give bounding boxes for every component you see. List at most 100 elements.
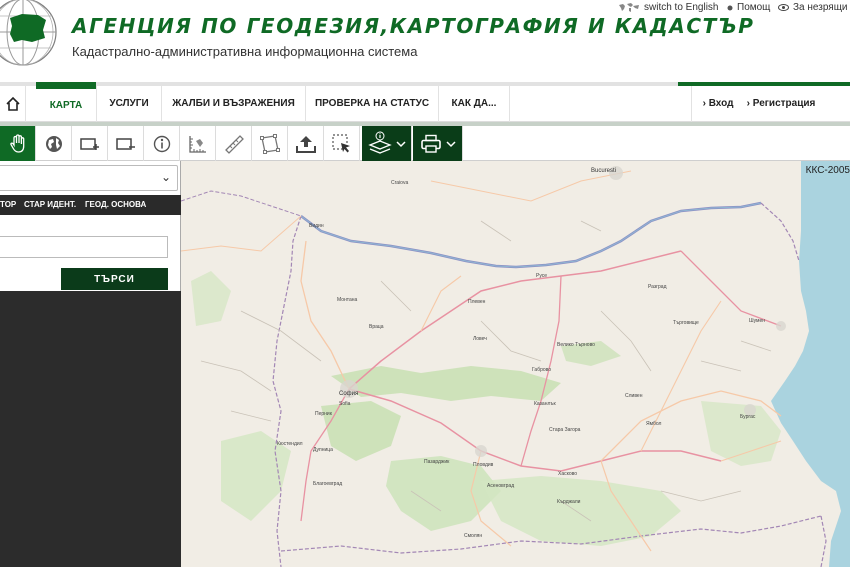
pan-tool-button[interactable] bbox=[0, 126, 36, 161]
help-link[interactable]: Помощ bbox=[727, 2, 770, 13]
zoom-in-box-button[interactable] bbox=[72, 126, 108, 161]
chevron-down-icon bbox=[395, 140, 406, 147]
measure-distance-button[interactable] bbox=[216, 126, 252, 161]
polygon-icon bbox=[259, 133, 280, 154]
map-place-label: Смолян bbox=[464, 533, 483, 539]
measure-area-icon bbox=[188, 135, 206, 153]
map-place-label: Кърджали bbox=[557, 499, 581, 505]
login-label: Вход bbox=[708, 98, 734, 109]
map-place-label: Кюстендил bbox=[277, 441, 303, 447]
chevron-down-icon: ⌄ bbox=[160, 170, 171, 184]
map-place-label: Търговище bbox=[673, 320, 699, 326]
tab-tor[interactable]: ТОР bbox=[0, 195, 16, 215]
map-place-label: Казанлък bbox=[534, 401, 556, 407]
layers-icon bbox=[367, 131, 392, 154]
help-label: Помощ bbox=[737, 2, 771, 13]
map-place-label: Русе bbox=[536, 273, 548, 279]
select-area-icon bbox=[331, 133, 350, 152]
zoom-out-rect-icon bbox=[115, 137, 135, 150]
bullet-icon bbox=[727, 5, 733, 10]
agency-subtitle: Кадастрално-административна информационн… bbox=[72, 44, 418, 59]
site-header: АГЕНЦИЯ ПО ГЕОДЕЗИЯ,КАРТОГРАФИЯ И КАДАСТ… bbox=[0, 0, 850, 82]
map-place-label: Благоевград bbox=[313, 481, 343, 487]
language-switch-link[interactable]: switch to English bbox=[618, 2, 718, 13]
search-input[interactable] bbox=[0, 236, 168, 258]
ruler-icon bbox=[224, 134, 244, 154]
search-type-select[interactable]: ⌄ bbox=[0, 165, 178, 191]
chevron-right-icon: › bbox=[746, 98, 750, 109]
chevron-down-icon bbox=[445, 140, 456, 147]
map-place-label: Craiova bbox=[391, 180, 409, 186]
map-place-label: Ямбол bbox=[646, 421, 662, 427]
map-place-label: Перник bbox=[315, 411, 332, 417]
map-place-label: Bucuresti bbox=[591, 168, 617, 174]
upload-button[interactable] bbox=[288, 126, 324, 161]
eye-icon bbox=[778, 4, 789, 11]
login-link[interactable]: › Вход bbox=[698, 86, 738, 122]
nav-item-services[interactable]: УСЛУГИ bbox=[97, 86, 161, 122]
nav-item-how-to[interactable]: КАК ДА... bbox=[439, 86, 509, 122]
map-place-label: Плевен bbox=[468, 299, 486, 305]
map-place-label: Дупница bbox=[313, 447, 333, 453]
info-icon bbox=[153, 135, 170, 152]
map-place-label: Асеновград bbox=[487, 483, 515, 489]
nav-divider bbox=[25, 86, 26, 122]
globe-icon bbox=[45, 135, 62, 152]
map-place-label: Велико Търново bbox=[557, 342, 595, 348]
world-map-icon bbox=[619, 3, 639, 12]
globe-tool-button[interactable] bbox=[36, 126, 72, 161]
map-place-label: София bbox=[339, 391, 359, 397]
accessibility-label: За незрящи bbox=[793, 2, 848, 13]
nav-item-status-check[interactable]: ПРОВЕРКА НА СТАТУС bbox=[306, 86, 438, 122]
register-label: Регистрация bbox=[752, 98, 816, 109]
language-switch-label: switch to English bbox=[644, 2, 719, 13]
map-place-label: Стара Загора bbox=[549, 427, 581, 433]
print-dropdown-button[interactable] bbox=[413, 126, 463, 161]
map-place-label: Сливен bbox=[625, 393, 643, 399]
nav-divider bbox=[691, 86, 692, 122]
nav-item-complaints[interactable]: ЖАЛБИ И ВЪЗРАЖЕНИЯ bbox=[162, 86, 305, 122]
draw-polygon-button[interactable] bbox=[252, 126, 288, 161]
accessibility-link[interactable]: За незрящи bbox=[778, 2, 848, 13]
zoom-in-rect-icon bbox=[79, 137, 99, 150]
nav-item-map[interactable]: КАРТА bbox=[36, 86, 96, 122]
measure-area-button[interactable] bbox=[180, 126, 216, 161]
map-place-label: Пловдив bbox=[473, 462, 494, 468]
upload-icon bbox=[295, 135, 316, 153]
select-area-button[interactable] bbox=[324, 126, 360, 161]
map-place-label: Монтана bbox=[337, 297, 358, 303]
register-link[interactable]: › Регистрация bbox=[744, 86, 818, 122]
map-canvas[interactable]: ККС-2005 Bucuresti Craiova Видин Монтана… bbox=[181, 161, 850, 567]
search-panel-form: ⌄ ТОР СТАР ИДЕНТ. ГЕОД. ОСНОВА ТЪРСИ bbox=[0, 161, 181, 291]
map-place-label: Хасково bbox=[558, 471, 578, 477]
map-place-label: Ловеч bbox=[473, 336, 487, 342]
map-place-label: Разград bbox=[648, 284, 667, 290]
tab-old-ident[interactable]: СТАР ИДЕНТ. bbox=[24, 195, 76, 215]
map-place-label: Враца bbox=[369, 324, 384, 330]
map-place-label: Пазарджик bbox=[424, 459, 450, 465]
crs-label: ККС-2005 bbox=[805, 165, 850, 176]
layers-dropdown-button[interactable] bbox=[362, 126, 412, 161]
print-icon bbox=[420, 134, 441, 153]
search-panel: ⌄ ТОР СТАР ИДЕНТ. ГЕОД. ОСНОВА ТЪРСИ bbox=[0, 161, 181, 567]
tab-geod-base[interactable]: ГЕОД. ОСНОВА bbox=[85, 195, 146, 215]
hand-pan-icon bbox=[9, 133, 24, 153]
map-place-label: Видин bbox=[309, 223, 324, 229]
home-button[interactable] bbox=[0, 86, 25, 122]
agency-logo-globe[interactable] bbox=[0, 0, 58, 70]
map-place-label: Шумен bbox=[749, 318, 766, 324]
search-button[interactable]: ТЪРСИ bbox=[61, 268, 168, 290]
chevron-right-icon: › bbox=[702, 98, 706, 109]
info-tool-button[interactable] bbox=[144, 126, 180, 161]
sea-area bbox=[771, 161, 850, 567]
map-place-label: Габрово bbox=[532, 367, 552, 373]
main-navigation: КАРТА УСЛУГИ ЖАЛБИ И ВЪЗРАЖЕНИЯ ПРОВЕРКА… bbox=[0, 86, 850, 122]
zoom-out-box-button[interactable] bbox=[108, 126, 144, 161]
home-icon bbox=[5, 96, 20, 111]
search-tabs: ТОР СТАР ИДЕНТ. ГЕОД. ОСНОВА bbox=[0, 195, 181, 215]
map-place-label: Sofia bbox=[339, 401, 351, 407]
agency-title: АГЕНЦИЯ ПО ГЕОДЕЗИЯ,КАРТОГРАФИЯ И КАДАСТ… bbox=[72, 14, 755, 38]
map-background bbox=[181, 161, 850, 567]
map-place-label: Бургас bbox=[740, 414, 756, 420]
map-toolbar bbox=[0, 126, 850, 161]
